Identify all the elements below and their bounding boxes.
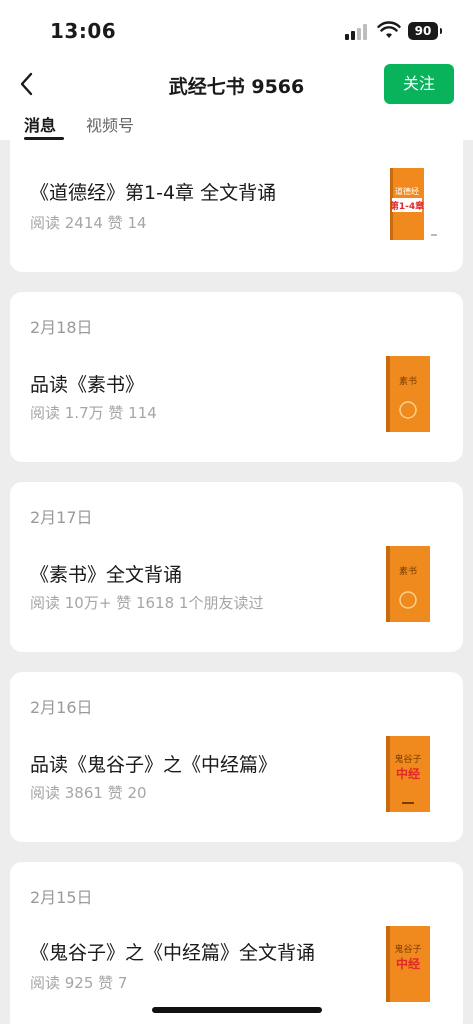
book-cover-thumbnail: 鬼谷子 中经: [386, 926, 430, 1002]
post-meta: 阅读 3861 赞 20: [30, 784, 147, 802]
post-title: 品读《素书》: [30, 374, 145, 396]
cellular-signal-icon: [345, 24, 371, 40]
post-card-3[interactable]: 2月17日 《素书》全文背诵 阅读 10万+ 赞 1618 1个朋友读过 素书: [10, 482, 463, 652]
cover-title: 素书: [399, 565, 417, 577]
battery-indicator: 90: [408, 22, 442, 40]
tab-messages[interactable]: 消息: [24, 112, 56, 136]
post-card-2[interactable]: 2月18日 品读《素书》 阅读 1.7万 赞 114 素书: [10, 292, 463, 462]
post-card-1[interactable]: 《道德经》第1-4章 全文背诵 阅读 2414 赞 14 道德经 第1-4章: [10, 118, 463, 272]
active-tab-indicator: [24, 137, 64, 140]
post-title: 《鬼谷子》之《中经篇》全文背诵: [30, 942, 316, 964]
cover-subtitle: 中经: [396, 766, 420, 781]
post-date: 2月17日: [30, 508, 93, 527]
status-time: 13:06: [50, 19, 117, 43]
book-cover-thumbnail: 素书: [386, 356, 430, 432]
screen: 《道德经》第1-4章 全文背诵 阅读 2414 赞 14 道德经 第1-4章 2…: [0, 0, 473, 1024]
book-cover-thumbnail: 素书: [386, 546, 430, 622]
post-date: 2月16日: [30, 698, 93, 717]
post-meta: 阅读 10万+ 赞 1618 1个朋友读过: [30, 594, 264, 612]
post-date: 2月15日: [30, 888, 93, 907]
cover-subtitle: 第1-4章: [390, 200, 424, 212]
tab-channels[interactable]: 视频号: [86, 112, 134, 136]
status-bar: 13:06 90: [0, 0, 473, 60]
cover-title: 素书: [399, 375, 417, 387]
post-title: 《素书》全文背诵: [30, 564, 183, 586]
book-cover-thumbnail: 鬼谷子 中经: [386, 736, 430, 812]
header: 13:06 90 武经七书 9566 关注 消息 视频号: [0, 0, 473, 140]
post-date: 2月18日: [30, 318, 93, 337]
home-indicator: [152, 1007, 322, 1013]
book-cover-thumbnail: 道德经 第1-4章: [390, 168, 437, 240]
wifi-icon: [377, 21, 401, 38]
cover-subtitle: 中经: [396, 956, 420, 971]
cover-title: 鬼谷子: [394, 753, 421, 765]
navigation-bar: 武经七书 9566 关注: [0, 60, 473, 110]
tab-bar: 消息 视频号: [0, 108, 473, 140]
post-meta: 阅读 925 赞 7: [30, 974, 128, 992]
post-card-5[interactable]: 2月15日 《鬼谷子》之《中经篇》全文背诵 阅读 925 赞 7 鬼谷子 中经: [10, 862, 463, 1024]
post-title: 《道德经》第1-4章 全文背诵: [30, 182, 277, 204]
post-title: 品读《鬼谷子》之《中经篇》: [30, 754, 278, 776]
cover-title: 鬼谷子: [394, 943, 421, 955]
post-meta: 阅读 2414 赞 14: [30, 214, 147, 232]
follow-button[interactable]: 关注: [384, 64, 454, 104]
cover-title: 道德经: [395, 186, 419, 196]
post-card-4[interactable]: 2月16日 品读《鬼谷子》之《中经篇》 阅读 3861 赞 20 鬼谷子 中经: [10, 672, 463, 842]
post-meta: 阅读 1.7万 赞 114: [30, 404, 157, 422]
